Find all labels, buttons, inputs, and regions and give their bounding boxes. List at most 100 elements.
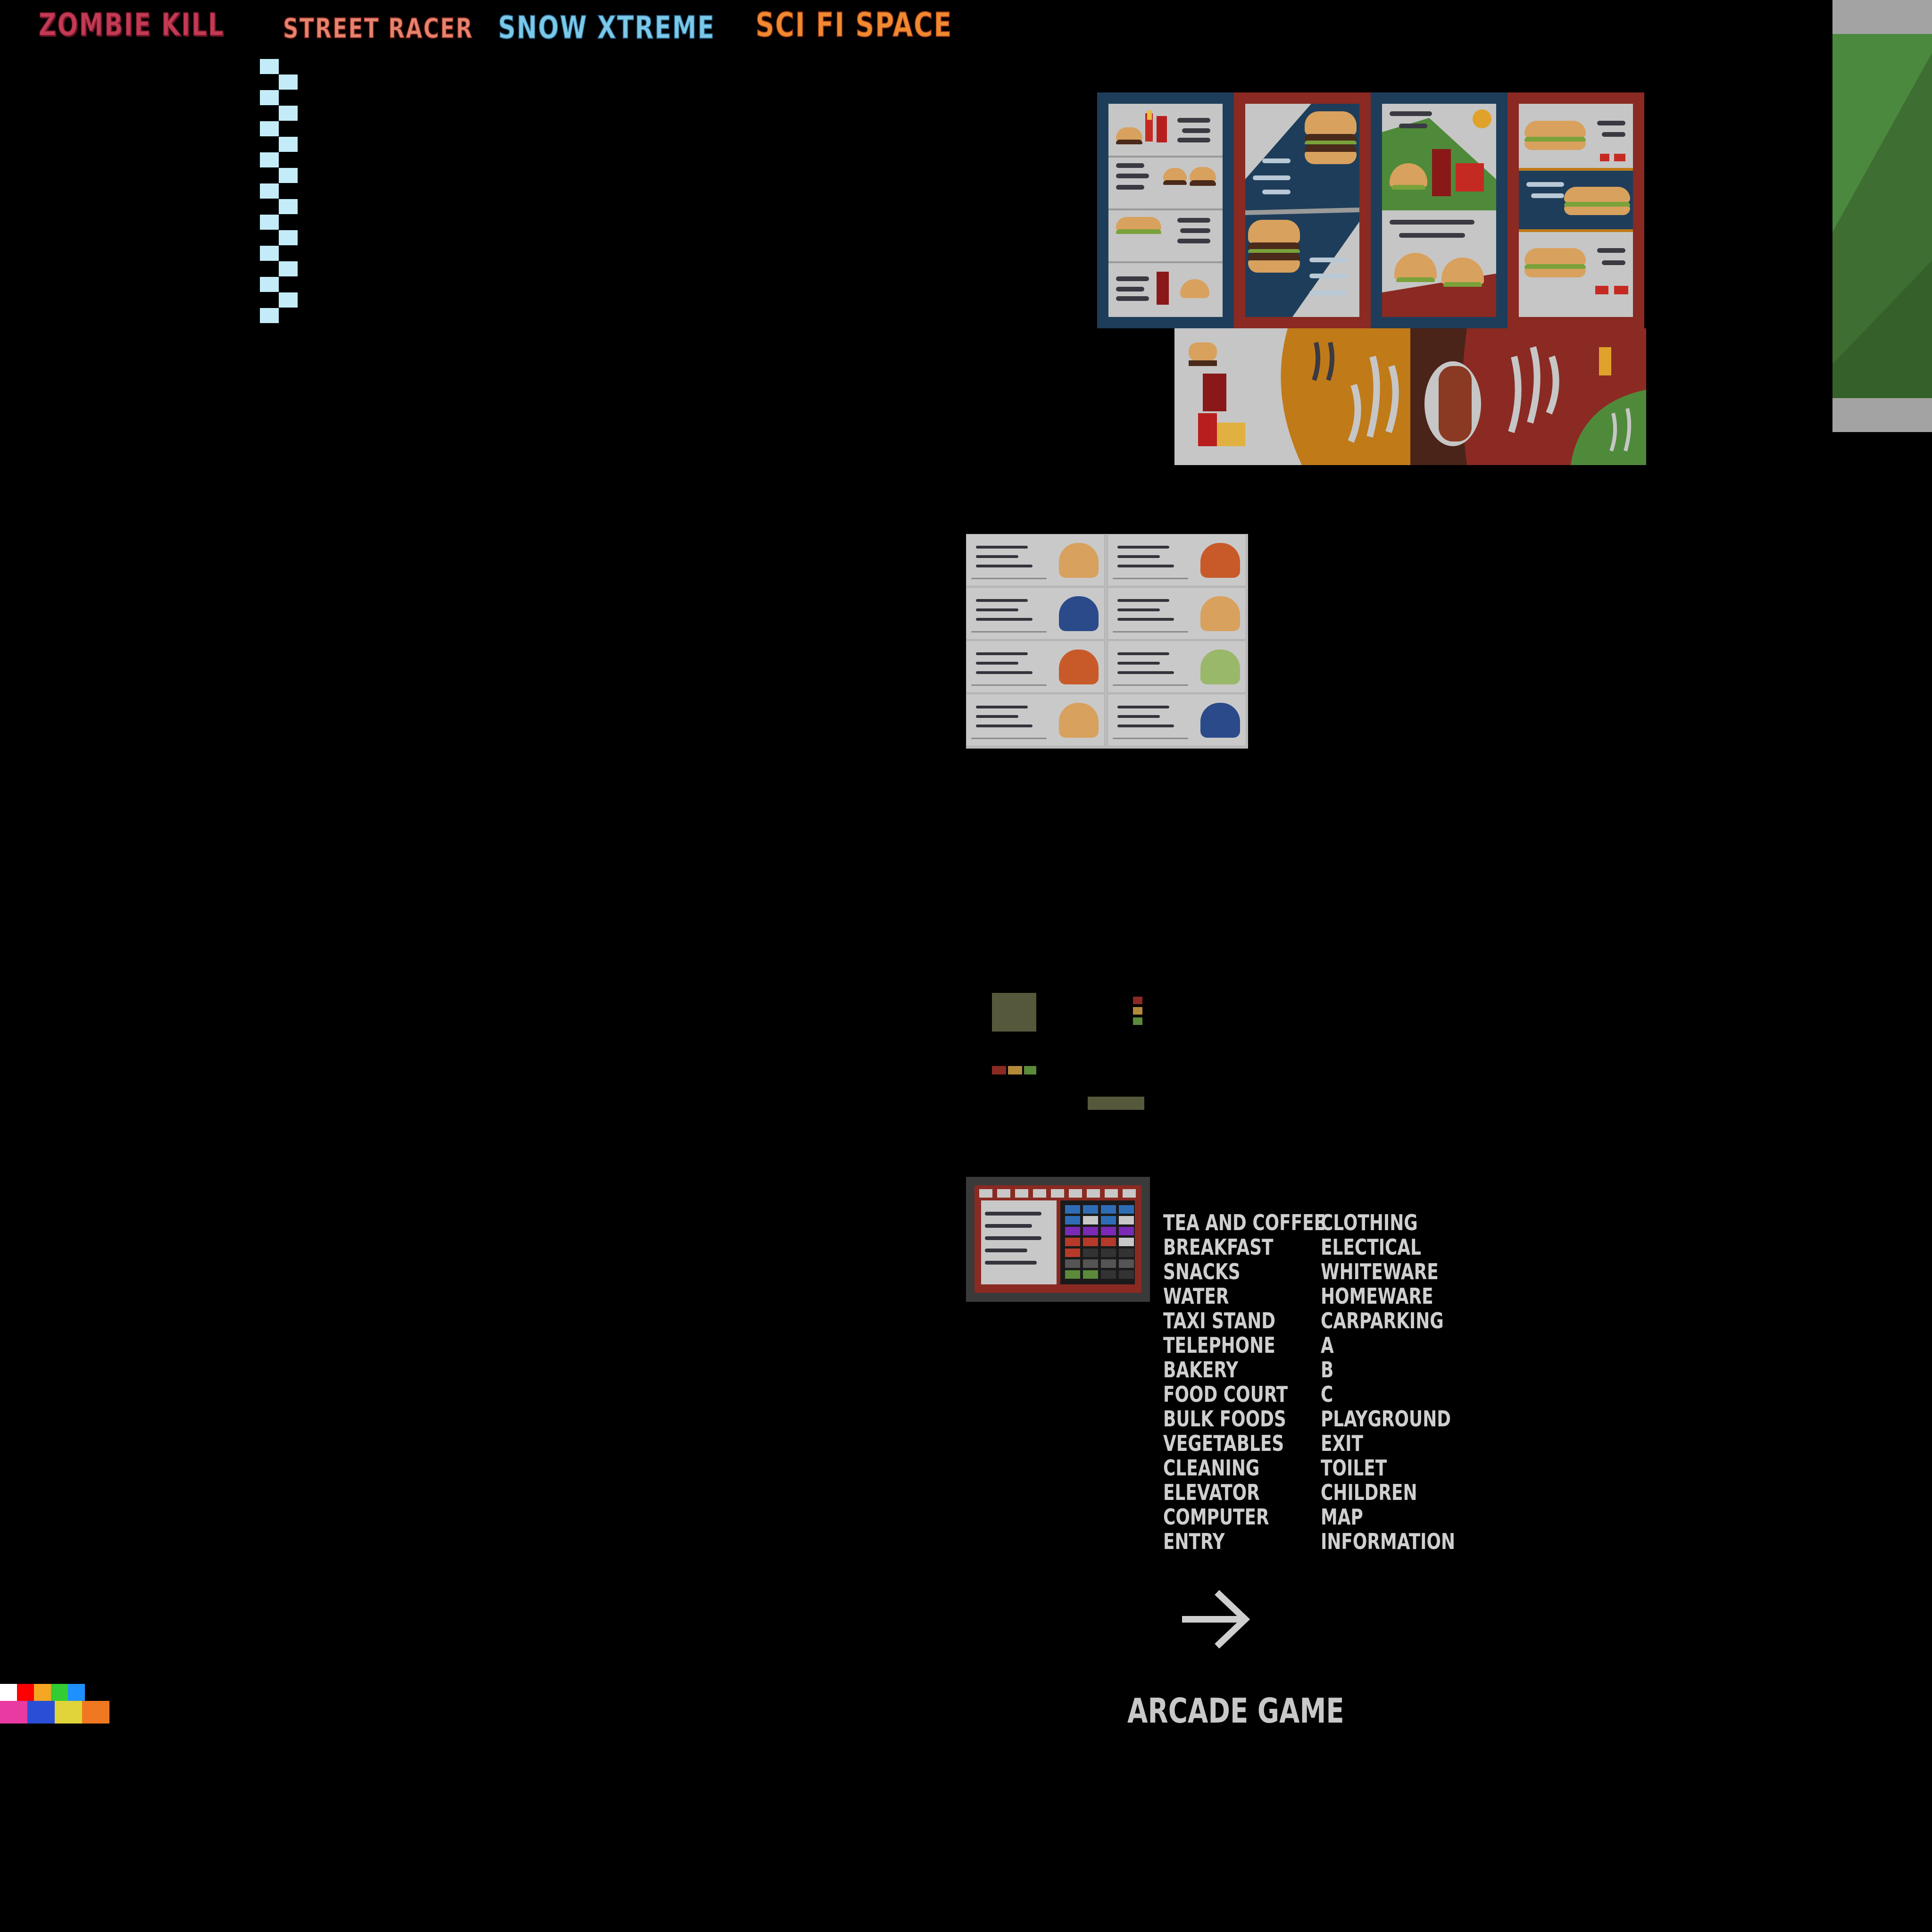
directory-sign: A xyxy=(1321,1332,1334,1358)
directory-sign: CARPARKING xyxy=(1321,1308,1444,1333)
directory-sign: BREAKFAST xyxy=(1163,1234,1274,1260)
directory-sign: PLAYGROUND xyxy=(1321,1406,1451,1432)
checker-square xyxy=(260,246,279,261)
kiosk-text-line xyxy=(985,1224,1032,1228)
directory-sign: VEGETABLES xyxy=(1163,1431,1284,1456)
street-racer-logo: STREET RACER xyxy=(283,12,474,45)
kiosk-tile xyxy=(1083,1205,1098,1214)
kiosk-tile xyxy=(1083,1270,1098,1279)
directory-sign: TELEPHONE xyxy=(1163,1332,1275,1358)
menu-grid-board xyxy=(966,534,1248,749)
olive-swatch xyxy=(992,993,1036,1032)
kiosk-frame-tile xyxy=(1033,1189,1046,1198)
checker-square xyxy=(260,308,279,323)
directory-sign: COMPUTER xyxy=(1163,1504,1269,1530)
kiosk-tile xyxy=(1119,1249,1134,1257)
kiosk-tile xyxy=(1065,1249,1080,1257)
palette-swatch xyxy=(82,1701,109,1724)
kiosk-frame-tile xyxy=(1087,1189,1100,1198)
combo-banner xyxy=(1174,328,1646,465)
kiosk-tile xyxy=(1083,1216,1098,1224)
directory-sign: ELECTICAL xyxy=(1321,1234,1422,1260)
mini-light-green xyxy=(1133,1017,1142,1025)
kiosk-tile xyxy=(1083,1238,1098,1246)
checker-square xyxy=(279,261,298,276)
checker-square xyxy=(260,121,279,136)
mini-light-yellow xyxy=(1133,1007,1142,1015)
kiosk-tile xyxy=(1119,1270,1134,1279)
kiosk-tile xyxy=(1083,1249,1098,1257)
kiosk-text-line xyxy=(985,1249,1027,1252)
mini-bar-red xyxy=(992,1066,1006,1074)
kiosk-text-line xyxy=(985,1212,1041,1216)
directory-sign: SNACKS xyxy=(1163,1259,1241,1284)
kiosk-tile xyxy=(1065,1270,1080,1279)
kiosk-tile xyxy=(1119,1259,1134,1268)
kiosk-frame-tile xyxy=(997,1189,1010,1198)
menu-grid-item xyxy=(1108,534,1246,586)
arcade-game-label: ARCADE GAME xyxy=(1127,1691,1344,1731)
mini-light-red xyxy=(1133,997,1142,1004)
directory-sign: TEA AND COFFEE xyxy=(1163,1210,1326,1235)
directory-sign: FOOD COURT xyxy=(1163,1382,1288,1407)
kiosk-tile xyxy=(1065,1238,1080,1246)
checker-square xyxy=(279,199,298,214)
directory-sign: EXIT xyxy=(1321,1431,1364,1456)
checker-square xyxy=(279,230,298,245)
directory-sign: C xyxy=(1321,1382,1333,1407)
menu-grid-item xyxy=(966,587,1105,640)
kiosk-tile xyxy=(1065,1227,1080,1235)
directory-sign: MAP xyxy=(1321,1504,1363,1530)
checker-square xyxy=(260,90,279,105)
checker-square xyxy=(260,277,279,292)
directory-sign: WHITEWARE xyxy=(1321,1259,1439,1284)
palette-swatch xyxy=(0,1701,27,1724)
snow-xtreme-logo: SNOW XTREME xyxy=(498,9,716,46)
palette-swatch xyxy=(68,1684,85,1701)
kiosk-text-line xyxy=(985,1261,1037,1265)
checker-square xyxy=(279,292,298,308)
kiosk-tile xyxy=(1083,1227,1098,1235)
palette-swatch xyxy=(55,1701,82,1724)
palette-swatch xyxy=(27,1701,55,1724)
sign-column-right: CLOTHING ELECTICAL WHITEWARE HOMEWARE CARPAR… xyxy=(1321,1210,1493,1554)
checker-square xyxy=(279,137,298,152)
kiosk-frame-tile xyxy=(1105,1189,1118,1198)
directory-sign: CHILDREN xyxy=(1321,1480,1417,1505)
menu-posters xyxy=(1097,92,1646,465)
kiosk-frame-tile xyxy=(1051,1189,1064,1198)
kiosk-tile xyxy=(1083,1259,1098,1268)
kiosk-tile xyxy=(1119,1216,1134,1224)
palette-swatch xyxy=(51,1684,68,1701)
kiosk-tile xyxy=(1065,1205,1080,1214)
directory-sign: TOILET xyxy=(1321,1455,1387,1481)
checker-square xyxy=(279,106,298,121)
checker-square xyxy=(260,59,279,74)
kiosk-tile xyxy=(1101,1249,1116,1257)
kiosk-tile xyxy=(1101,1205,1116,1214)
kiosk-tile xyxy=(1119,1227,1134,1235)
directory-sign: WATER xyxy=(1163,1283,1229,1309)
directory-sign: HOMEWARE xyxy=(1321,1283,1433,1309)
menu-grid-item xyxy=(1108,587,1246,640)
kiosk-tile xyxy=(1101,1227,1116,1235)
directory-sign: TAXI STAND xyxy=(1163,1308,1276,1333)
directory-sign: BAKERY xyxy=(1163,1357,1239,1382)
kiosk-text-line xyxy=(985,1236,1041,1240)
zombie-kill-logo: ZOMBIE KILL xyxy=(38,6,225,43)
checker-square xyxy=(279,75,298,90)
menu-grid-item xyxy=(1108,694,1246,746)
kiosk-tile xyxy=(1101,1216,1116,1224)
checker-square xyxy=(260,152,279,167)
checker-strip xyxy=(260,59,298,327)
kiosk-frame-tile xyxy=(1123,1189,1136,1198)
kiosk-frame-tile xyxy=(1069,1189,1082,1198)
mini-bar-green xyxy=(1024,1066,1036,1074)
palette-swatch xyxy=(17,1684,34,1701)
menu-grid-item xyxy=(966,694,1105,746)
palette-swatch xyxy=(34,1684,51,1701)
kiosk-tile xyxy=(1119,1238,1134,1246)
kiosk-frame-tile xyxy=(979,1189,992,1198)
kiosk-tile xyxy=(1065,1259,1080,1268)
directory-sign: INFORMATION xyxy=(1321,1529,1456,1554)
